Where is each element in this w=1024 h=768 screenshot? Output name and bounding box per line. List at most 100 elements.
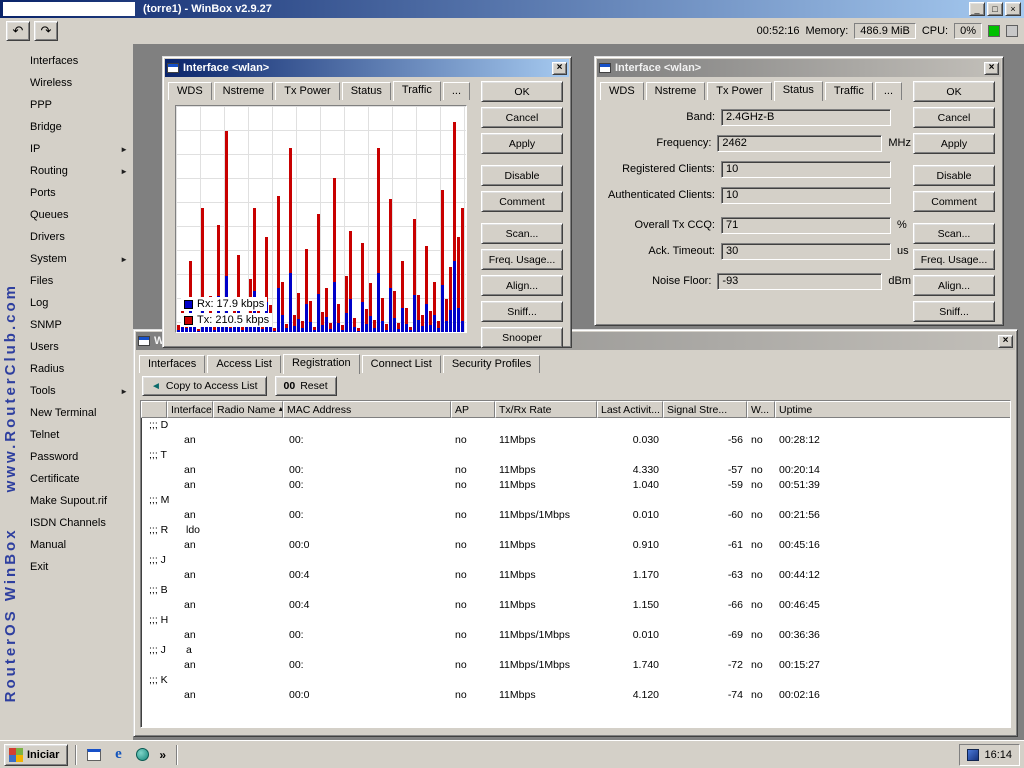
show-desktop-icon[interactable] xyxy=(84,745,104,765)
copy-to-access-list-button[interactable]: ◄ Copy to Access List xyxy=(142,376,267,396)
table-comment-row[interactable]: ;;; M xyxy=(141,493,1010,508)
table-comment-row[interactable]: ;;; T xyxy=(141,448,1010,463)
tab-access-list[interactable]: Access List xyxy=(207,355,281,373)
scan-button[interactable]: Scan... xyxy=(913,223,995,244)
sniff-button[interactable]: Sniff... xyxy=(913,301,995,322)
field-value-frequency[interactable]: 2462 xyxy=(717,135,882,152)
sidebar-item-password[interactable]: Password xyxy=(26,446,131,468)
maximize-button[interactable]: □ xyxy=(987,2,1003,16)
close-icon[interactable]: × xyxy=(998,335,1013,348)
table-row[interactable]: an00:4no11Mbps1.170-63no00:44:12 xyxy=(141,568,1010,583)
table-comment-row[interactable]: ;;; Ja xyxy=(141,643,1010,658)
sidebar-item-make-supout-rif[interactable]: Make Supout.rif xyxy=(26,490,131,512)
cancel-button[interactable]: Cancel xyxy=(481,107,563,128)
network-globe-icon[interactable] xyxy=(132,745,152,765)
sidebar-item-ip[interactable]: IP► xyxy=(26,138,131,160)
sidebar-item-tools[interactable]: Tools► xyxy=(26,380,131,402)
sidebar-item-exit[interactable]: Exit xyxy=(26,556,131,578)
close-icon[interactable]: × xyxy=(552,62,567,75)
tab-status[interactable]: Status xyxy=(342,82,391,100)
sniff-button[interactable]: Sniff... xyxy=(481,301,563,322)
redo-icon[interactable]: ↷ xyxy=(34,21,58,41)
table-comment-row[interactable]: ;;; H xyxy=(141,613,1010,628)
sidebar-item-wireless[interactable]: Wireless xyxy=(26,72,131,94)
minimize-button[interactable]: _ xyxy=(969,2,985,16)
tray-app-icon[interactable] xyxy=(967,749,979,761)
sidebar-item-users[interactable]: Users xyxy=(26,336,131,358)
table-row[interactable]: an00:4no11Mbps1.150-66no00:46:45 xyxy=(141,598,1010,613)
sidebar-item-system[interactable]: System► xyxy=(26,248,131,270)
disable-button[interactable]: Disable xyxy=(481,165,563,186)
table-comment-row[interactable]: ;;; K xyxy=(141,673,1010,688)
quicklaunch-overflow-chevron[interactable]: » xyxy=(156,748,169,762)
tab-interfaces[interactable]: Interfaces xyxy=(139,355,205,373)
undo-icon[interactable]: ↶ xyxy=(6,21,30,41)
tab-status[interactable]: Status xyxy=(774,81,823,101)
table-comment-row[interactable]: ;;; B xyxy=(141,583,1010,598)
app-titlebar[interactable]: (torre1) - WinBox v2.9.27 _ □ × xyxy=(0,0,1024,18)
snooper-button[interactable]: Snooper xyxy=(481,327,563,348)
sidebar-item-log[interactable]: Log xyxy=(26,292,131,314)
field-value-registered-clients[interactable]: 10 xyxy=(721,161,891,178)
freq-usage-button[interactable]: Freq. Usage... xyxy=(481,249,563,270)
sidebar-item-routing[interactable]: Routing► xyxy=(26,160,131,182)
table-row[interactable]: an00:0no11Mbps0.910-61no00:45:16 xyxy=(141,538,1010,553)
sidebar-item-queues[interactable]: Queues xyxy=(26,204,131,226)
internet-explorer-icon[interactable]: e xyxy=(108,745,128,765)
tab-wds[interactable]: WDS xyxy=(600,82,644,100)
column-header-tx-rx-rate[interactable]: Tx/Rx Rate xyxy=(495,401,597,418)
column-header-mac-address[interactable]: MAC Address xyxy=(283,401,451,418)
table-row[interactable]: an00:no11Mbps4.330-57no00:20:14 xyxy=(141,463,1010,478)
tab-tx-power[interactable]: Tx Power xyxy=(707,82,771,100)
cancel-button[interactable]: Cancel xyxy=(913,107,995,128)
field-value-authenticated-clients[interactable]: 10 xyxy=(721,187,891,204)
tab-traffic[interactable]: Traffic xyxy=(393,81,441,101)
column-header-ap[interactable]: AP xyxy=(451,401,495,418)
table-row[interactable]: an00:no11Mbps0.030-56no00:28:12 xyxy=(141,433,1010,448)
reset-button[interactable]: 00 Reset xyxy=(275,376,337,396)
sidebar-item-ports[interactable]: Ports xyxy=(26,182,131,204)
field-value-band[interactable]: 2.4GHz-B xyxy=(721,109,891,126)
table-row[interactable]: an00:0no11Mbps4.120-74no00:02:16 xyxy=(141,688,1010,703)
column-header-w[interactable]: W... xyxy=(747,401,775,418)
sidebar-item-snmp[interactable]: SNMP xyxy=(26,314,131,336)
field-value-ack-timeout[interactable]: 30 xyxy=(721,243,891,260)
table-comment-row[interactable]: ;;; D xyxy=(141,418,1010,433)
field-value-noise-floor[interactable]: -93 xyxy=(717,273,882,290)
sidebar-item-ppp[interactable]: PPP xyxy=(26,94,131,116)
sidebar-item-isdn-channels[interactable]: ISDN Channels xyxy=(26,512,131,534)
comment-button[interactable]: Comment xyxy=(913,191,995,212)
tab-nstreme[interactable]: Nstreme xyxy=(214,82,274,100)
status-window-titlebar[interactable]: Interface <wlan> × xyxy=(597,59,1001,77)
table-row[interactable]: an00:no11Mbps1.040-59no00:51:39 xyxy=(141,478,1010,493)
table-row[interactable]: an00:no11Mbps/1Mbps0.010-69no00:36:36 xyxy=(141,628,1010,643)
table-comment-row[interactable]: ;;; J xyxy=(141,553,1010,568)
sidebar-item-telnet[interactable]: Telnet xyxy=(26,424,131,446)
column-header-last-activit[interactable]: Last Activit... xyxy=(597,401,663,418)
column-header-signal-stre[interactable]: Signal Stre... xyxy=(663,401,747,418)
tab-traffic[interactable]: Traffic xyxy=(825,82,873,100)
traffic-window-titlebar[interactable]: Interface <wlan> × xyxy=(165,59,569,77)
tab-more[interactable]: ... xyxy=(443,82,470,100)
table-row[interactable]: an00:no11Mbps/1Mbps0.010-60no00:21:56 xyxy=(141,508,1010,523)
ok-button[interactable]: OK xyxy=(481,81,563,102)
align-button[interactable]: Align... xyxy=(913,275,995,296)
table-comment-row[interactable]: ;;; Rldo xyxy=(141,523,1010,538)
sidebar-item-certificate[interactable]: Certificate xyxy=(26,468,131,490)
tab-connect-list[interactable]: Connect List xyxy=(362,355,441,373)
column-header-flags[interactable] xyxy=(141,401,167,418)
start-button[interactable]: Iniciar xyxy=(4,744,68,766)
tab-tx-power[interactable]: Tx Power xyxy=(275,82,339,100)
scan-button[interactable]: Scan... xyxy=(481,223,563,244)
sidebar-item-new-terminal[interactable]: New Terminal xyxy=(26,402,131,424)
column-header-radio-name[interactable]: Radio Name▲ xyxy=(213,401,283,418)
align-button[interactable]: Align... xyxy=(481,275,563,296)
field-value-overall-tx-ccq[interactable]: 71 xyxy=(721,217,891,234)
sidebar-item-drivers[interactable]: Drivers xyxy=(26,226,131,248)
sidebar-item-radius[interactable]: Radius xyxy=(26,358,131,380)
close-icon[interactable]: × xyxy=(984,62,999,75)
apply-button[interactable]: Apply xyxy=(913,133,995,154)
close-button[interactable]: × xyxy=(1005,2,1021,16)
apply-button[interactable]: Apply xyxy=(481,133,563,154)
disable-button[interactable]: Disable xyxy=(913,165,995,186)
